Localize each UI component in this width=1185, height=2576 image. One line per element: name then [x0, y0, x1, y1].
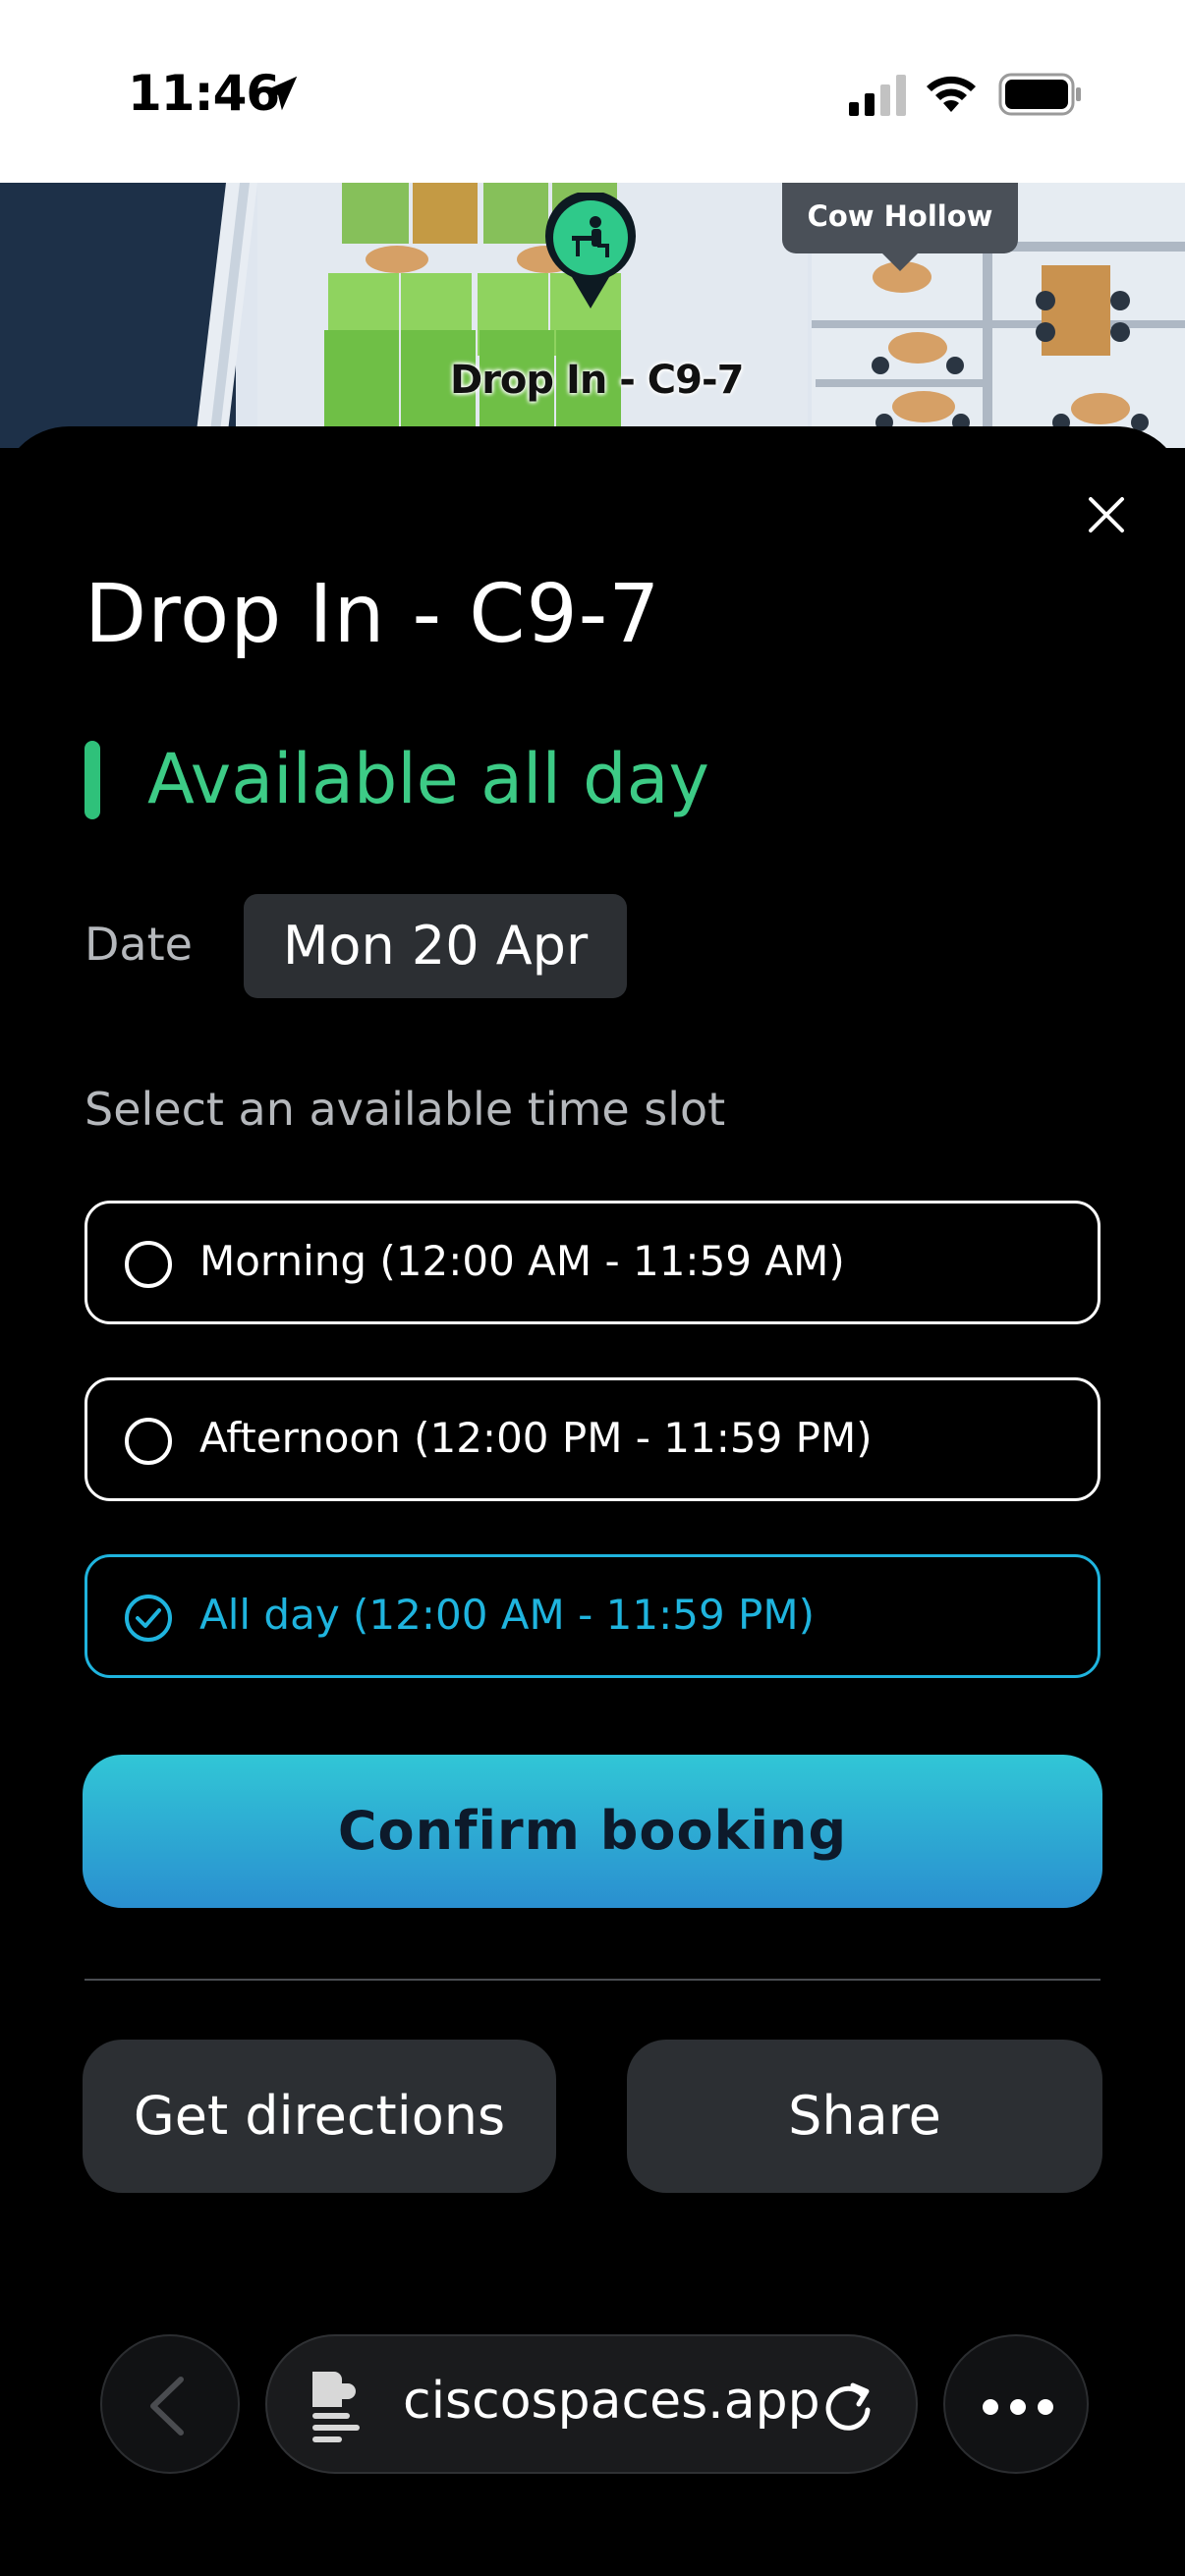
wifi-icon	[927, 76, 976, 112]
map-area-callout[interactable]: Cow Hollow	[782, 183, 1018, 271]
time-slot-label: Morning (12:00 AM - 11:59 AM)	[199, 1237, 845, 1285]
status-bar: 11:46	[0, 0, 1185, 183]
share-button[interactable]: Share	[627, 2040, 1102, 2193]
time-slot-all-day[interactable]: All day (12:00 AM - 11:59 PM)	[85, 1554, 1100, 1678]
divider	[85, 1979, 1100, 1981]
time-slot-heading: Select an available time slot	[85, 1083, 726, 1136]
url-text: ciscospaces.app	[403, 2372, 820, 2431]
close-icon[interactable]	[1077, 485, 1136, 544]
space-title: Drop In - C9-7	[85, 568, 661, 661]
date-picker[interactable]: Mon 20 Apr	[244, 894, 627, 998]
radio-empty-icon[interactable]	[125, 1418, 172, 1465]
availability-indicator	[85, 741, 100, 819]
desk-pin-icon[interactable]	[542, 193, 639, 310]
time-slot-afternoon[interactable]: Afternoon (12:00 PM - 11:59 PM)	[85, 1377, 1100, 1501]
radio-empty-icon[interactable]	[125, 1241, 172, 1288]
battery-icon	[998, 73, 1081, 116]
date-label: Date	[85, 918, 193, 971]
time-slot-label: All day (12:00 AM - 11:59 PM)	[199, 1591, 815, 1639]
reload-icon[interactable]	[819, 2378, 876, 2435]
availability-status: Available all day	[147, 739, 709, 819]
more-icon[interactable]	[943, 2334, 1089, 2474]
location-arrow-icon	[262, 76, 298, 111]
chevron-left-icon	[150, 2377, 184, 2436]
time-slot-label: Afternoon (12:00 PM - 11:59 PM)	[199, 1414, 873, 1462]
map-desk-label[interactable]: Drop In - C9-7	[450, 358, 744, 403]
check-circle-icon[interactable]	[125, 1595, 172, 1642]
get-directions-button[interactable]: Get directions	[83, 2040, 556, 2193]
signal-icon	[849, 75, 906, 116]
address-bar[interactable]: ciscospaces.app	[265, 2334, 918, 2474]
page-icon	[312, 2372, 360, 2442]
time-slot-morning[interactable]: Morning (12:00 AM - 11:59 AM)	[85, 1201, 1100, 1324]
browser-back-button[interactable]	[100, 2334, 240, 2474]
confirm-booking-button[interactable]: Confirm booking	[83, 1755, 1102, 1908]
